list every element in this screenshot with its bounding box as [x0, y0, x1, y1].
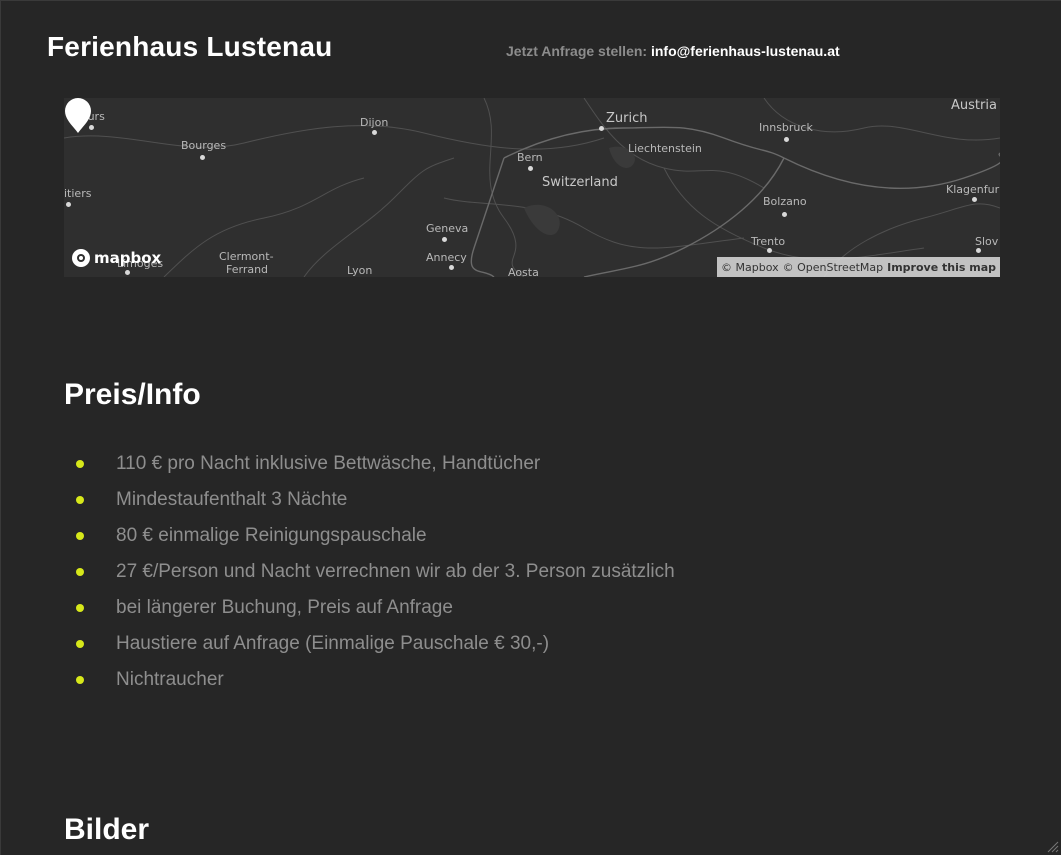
- map-dot-dijon: [372, 130, 377, 135]
- list-item-text: Nichtraucher: [116, 669, 224, 690]
- bullet-icon: [76, 460, 84, 468]
- mapbox-logo[interactable]: mapbox: [72, 249, 161, 267]
- contact-email-link[interactable]: info@ferienhaus-lustenau.at: [651, 43, 840, 59]
- map-label-annecy: Annecy: [426, 251, 467, 264]
- info-heading: Preis/Info: [64, 378, 201, 411]
- map-dot-bourges: [200, 155, 205, 160]
- pictures-heading: Bilder: [64, 813, 150, 846]
- site-title[interactable]: Ferienhaus Lustenau: [47, 31, 332, 63]
- list-item: 80 € einmalige Reinigungspauschale: [76, 523, 675, 559]
- map-label-clermont-2: Ferrand: [226, 263, 269, 276]
- page-frame: Ferienhaus Lustenau Jetzt Anfrage stelle…: [0, 0, 1061, 855]
- map-label-zurich: Zurich: [606, 111, 648, 126]
- map-dot-zurich: [599, 126, 604, 131]
- map-label-innsbruck: Innsbruck: [759, 121, 813, 134]
- map-dot-slov: [976, 248, 981, 253]
- bullet-icon: [76, 676, 84, 684]
- map-label-austria: Austria: [951, 98, 997, 113]
- map-label-clermont-1: Clermont-: [219, 250, 274, 263]
- map-dot-limoges: [125, 270, 130, 275]
- bullet-icon: [76, 604, 84, 612]
- map-dot-innsbruck: [784, 137, 789, 142]
- bullet-icon: [76, 568, 84, 576]
- list-item: Mindestaufenthalt 3 Nächte: [76, 487, 675, 523]
- location-marker-icon[interactable]: [64, 98, 92, 134]
- list-item: 110 € pro Nacht inklusive Bettwäsche, Ha…: [76, 451, 675, 487]
- list-item: Haustiere auf Anfrage (Einmalige Pauscha…: [76, 631, 675, 667]
- map-dot-geneva: [442, 237, 447, 242]
- bullet-icon: [76, 640, 84, 648]
- map-attribution: © Mapbox © OpenStreetMap Improve this ma…: [717, 257, 1000, 277]
- map-label-aosta: Aosta: [508, 266, 539, 277]
- list-item-text: 27 €/Person und Nacht verrechnen wir ab …: [116, 561, 675, 582]
- mapbox-logo-icon: [72, 249, 90, 267]
- list-item-text: 110 € pro Nacht inklusive Bettwäsche, Ha…: [116, 453, 541, 474]
- list-item-text: bei längerer Buchung, Preis auf Anfrage: [116, 597, 453, 618]
- improve-map-link[interactable]: Improve this map: [887, 261, 996, 274]
- list-item-text: 80 € einmalige Reinigungspauschale: [116, 525, 427, 546]
- map-label-klagenfurt: Klagenfur: [946, 183, 1000, 196]
- map-label-bern: Bern: [517, 151, 543, 164]
- info-list: 110 € pro Nacht inklusive Bettwäsche, Ha…: [76, 451, 675, 703]
- list-item: bei längerer Buchung, Preis auf Anfrage: [76, 595, 675, 631]
- map-label-bourges: Bourges: [181, 139, 227, 152]
- map-label-lyon: Lyon: [347, 264, 373, 277]
- map-dot-poitiers: [66, 202, 71, 207]
- map-dot-trento: [767, 248, 772, 253]
- resize-grip-icon[interactable]: [1047, 841, 1059, 853]
- map-label-switzerland: Switzerland: [542, 175, 618, 190]
- bullet-icon: [76, 496, 84, 504]
- map-dot-bolzano: [782, 212, 787, 217]
- map-label-trento: Trento: [751, 235, 786, 248]
- list-item-text: Haustiere auf Anfrage (Einmalige Pauscha…: [116, 633, 550, 654]
- map-label-dijon: Dijon: [360, 116, 389, 129]
- map-label-slov: Slov: [975, 235, 999, 248]
- map-borders: [64, 98, 1000, 277]
- contact-line: Jetzt Anfrage stellen: info@ferienhaus-l…: [506, 43, 840, 59]
- map-dot-annecy: [449, 265, 454, 270]
- list-item: Nichtraucher: [76, 667, 675, 703]
- map-label-geneva: Geneva: [426, 222, 469, 235]
- map-label-liechtenstein: Liechtenstein: [628, 142, 702, 155]
- list-item: 27 €/Person und Nacht verrechnen wir ab …: [76, 559, 675, 595]
- map-dot-bern: [528, 166, 533, 171]
- bullet-icon: [76, 532, 84, 540]
- location-map[interactable]: Tours Dijon Zurich Innsbruck Austria Bou…: [64, 98, 1000, 277]
- map-dot-klagenfurt: [972, 197, 977, 202]
- attribution-osm-link[interactable]: © OpenStreetMap: [783, 261, 884, 274]
- contact-label: Jetzt Anfrage stellen:: [506, 43, 648, 59]
- attribution-mapbox-link[interactable]: © Mapbox: [721, 261, 779, 274]
- mapbox-logo-text: mapbox: [94, 249, 162, 267]
- map-label-bolzano: Bolzano: [763, 195, 807, 208]
- list-item-text: Mindestaufenthalt 3 Nächte: [116, 489, 348, 510]
- map-label-poitiers: itiers: [64, 187, 92, 200]
